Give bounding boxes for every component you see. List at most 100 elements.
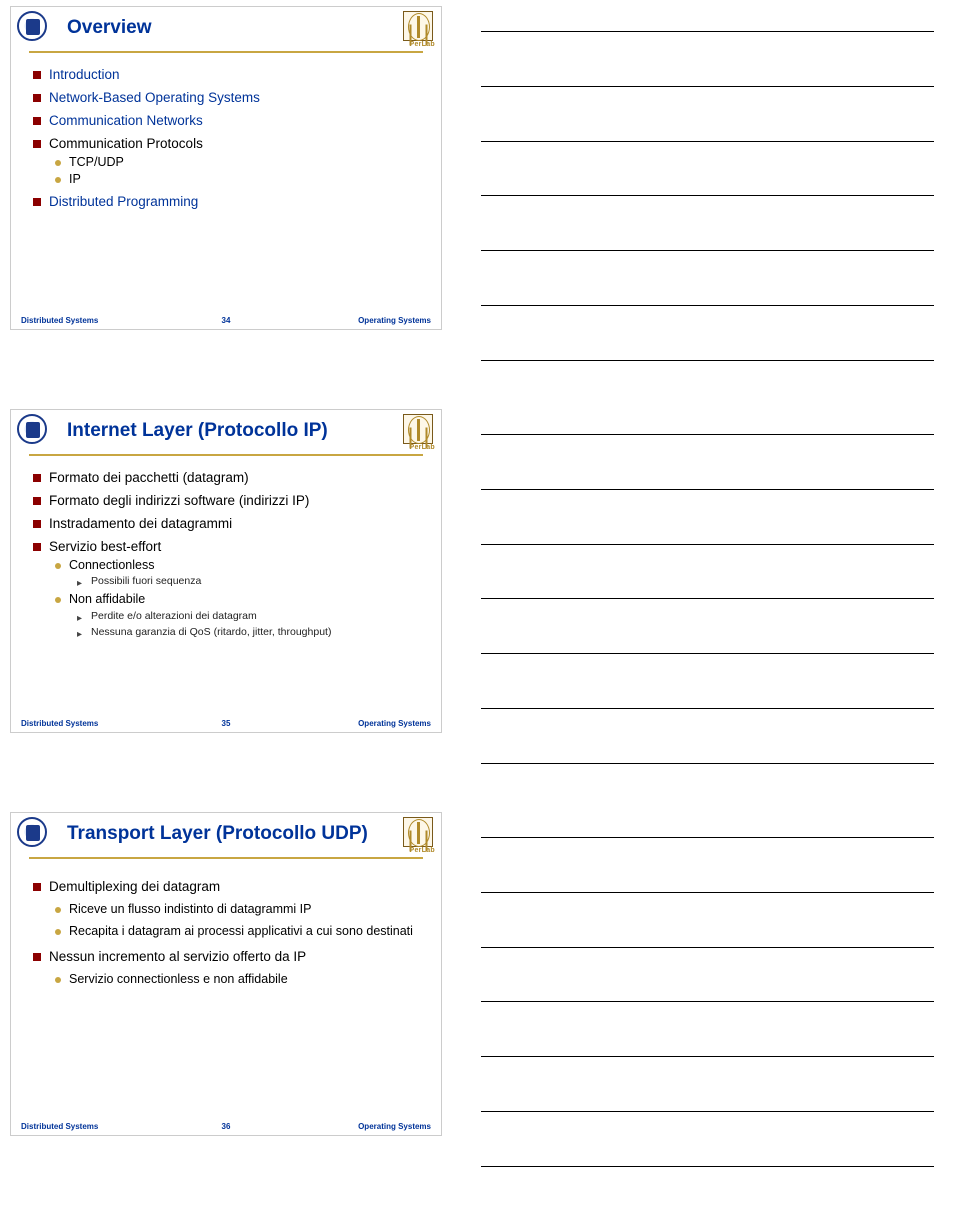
slide-column: Internet Layer (Protocollo IP) PerLab Fo… bbox=[0, 403, 455, 806]
note-line bbox=[481, 30, 934, 32]
note-line bbox=[481, 194, 934, 196]
bullet-text: Instradamento dei datagrammi bbox=[49, 516, 232, 533]
bullet-text: Formato dei pacchetti (datagram) bbox=[49, 470, 249, 487]
note-line bbox=[481, 1000, 934, 1002]
slide-footer: Distributed Systems 36 Operating Systems bbox=[11, 1122, 441, 1131]
note-line bbox=[481, 488, 934, 490]
slide-body: Demultiplexing dei datagram Riceve un fl… bbox=[11, 859, 441, 988]
perlab-label: PerLab bbox=[409, 847, 435, 854]
bullet-l2: Servizio connectionless e non affidabile bbox=[55, 972, 423, 988]
bullet-l1: Network-Based Operating Systems bbox=[33, 90, 423, 107]
note-line bbox=[481, 85, 934, 87]
bullet-text: TCP/UDP bbox=[69, 155, 124, 171]
notes-column bbox=[455, 403, 960, 806]
dot-bullet-icon bbox=[55, 977, 61, 983]
note-line bbox=[481, 836, 934, 838]
footer-page: 34 bbox=[11, 316, 441, 325]
slide-column: Transport Layer (Protocollo UDP) PerLab … bbox=[0, 806, 455, 1209]
slide-footer: Distributed Systems 35 Operating Systems bbox=[11, 719, 441, 728]
note-line bbox=[481, 249, 934, 251]
bullet-l2: Recapita i datagram ai processi applicat… bbox=[55, 924, 423, 940]
notes-column bbox=[455, 0, 960, 403]
dot-bullet-icon bbox=[55, 160, 61, 166]
bullet-l1: Demultiplexing dei datagram bbox=[33, 879, 423, 896]
dot-bullet-icon bbox=[55, 563, 61, 569]
bullet-text: Servizio connectionless e non affidabile bbox=[69, 972, 288, 988]
slide-column: Overview PerLab Introduction Network-Bas… bbox=[0, 0, 455, 403]
notes-lines bbox=[481, 415, 934, 794]
slide-footer: Distributed Systems 34 Operating Systems bbox=[11, 316, 441, 325]
note-line bbox=[481, 1165, 934, 1167]
bullet-text: Perdite e/o alterazioni dei datagram bbox=[91, 610, 257, 624]
bullet-text: Communication Networks bbox=[49, 113, 203, 130]
square-bullet-icon bbox=[33, 497, 41, 505]
note-line bbox=[481, 707, 934, 709]
square-bullet-icon bbox=[33, 883, 41, 891]
note-line bbox=[481, 1055, 934, 1057]
bullet-text: Communication Protocols bbox=[49, 136, 203, 153]
footer-page: 36 bbox=[11, 1122, 441, 1131]
title-underline bbox=[29, 857, 423, 860]
square-bullet-icon bbox=[33, 71, 41, 79]
square-bullet-icon bbox=[33, 543, 41, 551]
bullet-text: Possibili fuori sequenza bbox=[91, 575, 201, 589]
note-line bbox=[481, 891, 934, 893]
slide: Transport Layer (Protocollo UDP) PerLab … bbox=[10, 812, 442, 1136]
university-seal-icon bbox=[17, 817, 49, 849]
title-underline bbox=[29, 51, 423, 54]
note-line bbox=[481, 304, 934, 306]
university-seal-icon bbox=[17, 414, 49, 446]
bullet-text: Formato degli indirizzi software (indiri… bbox=[49, 493, 309, 510]
handout-row: Internet Layer (Protocollo IP) PerLab Fo… bbox=[0, 403, 960, 806]
bullet-text: Riceve un flusso indistinto di datagramm… bbox=[69, 902, 311, 918]
note-line bbox=[481, 359, 934, 361]
bullet-l1: Instradamento dei datagrammi bbox=[33, 516, 423, 533]
bullet-l1: Servizio best-effort bbox=[33, 539, 423, 556]
square-bullet-icon bbox=[33, 474, 41, 482]
dot-bullet-icon bbox=[55, 597, 61, 603]
bullet-text: Demultiplexing dei datagram bbox=[49, 879, 220, 896]
perlab-icon bbox=[403, 817, 435, 849]
note-line bbox=[481, 652, 934, 654]
dot-bullet-icon bbox=[55, 907, 61, 913]
slide-body: Introduction Network-Based Operating Sys… bbox=[11, 53, 441, 211]
square-bullet-icon bbox=[33, 94, 41, 102]
notes-lines bbox=[481, 12, 934, 391]
perlab-label: PerLab bbox=[409, 41, 435, 48]
dot-bullet-icon bbox=[55, 929, 61, 935]
slide-header: Transport Layer (Protocollo UDP) PerLab bbox=[11, 813, 441, 859]
arrow-bullet-icon: ▸ bbox=[77, 628, 85, 641]
slide-header: Overview PerLab bbox=[11, 7, 441, 53]
square-bullet-icon bbox=[33, 953, 41, 961]
bullet-l1: Communication Networks bbox=[33, 113, 423, 130]
square-bullet-icon bbox=[33, 198, 41, 206]
slide-header: Internet Layer (Protocollo IP) PerLab bbox=[11, 410, 441, 456]
square-bullet-icon bbox=[33, 117, 41, 125]
note-line bbox=[481, 762, 934, 764]
dot-bullet-icon bbox=[55, 177, 61, 183]
university-seal-icon bbox=[17, 11, 49, 43]
bullet-l1: Introduction bbox=[33, 67, 423, 84]
arrow-bullet-icon: ▸ bbox=[77, 612, 85, 625]
bullet-l1: Formato dei pacchetti (datagram) bbox=[33, 470, 423, 487]
slide: Overview PerLab Introduction Network-Bas… bbox=[10, 6, 442, 330]
perlab-icon bbox=[403, 11, 435, 43]
bullet-text: Nessuna garanzia di QoS (ritardo, jitter… bbox=[91, 626, 331, 640]
bullet-l1: Distributed Programming bbox=[33, 194, 423, 211]
notes-lines bbox=[481, 818, 934, 1197]
note-line bbox=[481, 946, 934, 948]
bullet-l2: Non affidabile bbox=[55, 592, 423, 608]
handout-row: Transport Layer (Protocollo UDP) PerLab … bbox=[0, 806, 960, 1209]
square-bullet-icon bbox=[33, 140, 41, 148]
notes-column bbox=[455, 806, 960, 1209]
footer-page: 35 bbox=[11, 719, 441, 728]
bullet-l2: Connectionless bbox=[55, 558, 423, 574]
bullet-l2: IP bbox=[55, 172, 423, 188]
bullet-l3: ▸ Possibili fuori sequenza bbox=[77, 575, 423, 590]
square-bullet-icon bbox=[33, 520, 41, 528]
bullet-text: Recapita i datagram ai processi applicat… bbox=[69, 924, 413, 940]
bullet-l1: Communication Protocols bbox=[33, 136, 423, 153]
note-line bbox=[481, 543, 934, 545]
arrow-bullet-icon: ▸ bbox=[77, 577, 85, 590]
title-underline bbox=[29, 454, 423, 457]
